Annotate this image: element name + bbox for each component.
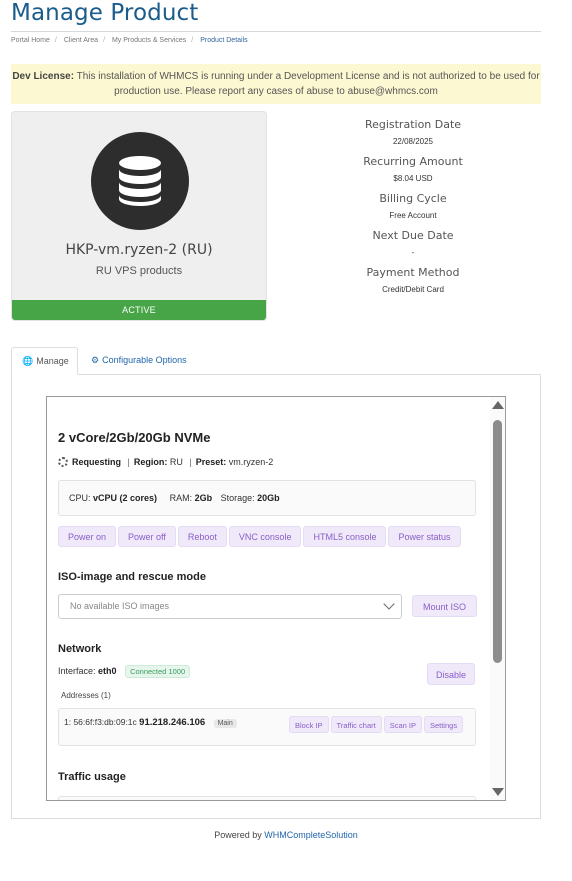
breadcrumb-separator: / <box>54 37 57 44</box>
ram-label: RAM: <box>169 493 193 503</box>
network-section-heading: Network <box>58 643 102 655</box>
iso-image-select[interactable]: No available ISO images <box>58 594 402 619</box>
title-divider <box>11 31 541 32</box>
recurring-amount-label: Recurring Amount <box>363 155 463 168</box>
traffic-chart-button[interactable]: Traffic chart <box>330 716 382 733</box>
recurring-amount-value: $8.04 USD <box>393 174 433 183</box>
region-value: RU <box>169 457 183 467</box>
power-status-button[interactable]: Power status <box>388 526 461 547</box>
power-on-button[interactable]: Power on <box>58 526 117 547</box>
meta-separator: | <box>189 457 192 467</box>
traffic-section-heading: Traffic usage <box>58 771 126 783</box>
iso-section-heading: ISO-image and rescue mode <box>58 571 206 583</box>
storage-label: Storage: <box>220 493 255 503</box>
interface-label: Interface: <box>58 666 96 676</box>
meta-separator: | <box>127 457 130 467</box>
page-title: Manage Product <box>11 0 199 26</box>
breadcrumb-product-details: Product Details <box>200 37 248 44</box>
product-card: HKP-vm.ryzen-2 (RU) RU VPS products ACTI… <box>11 111 267 321</box>
registration-date-value: 22/08/2025 <box>392 137 434 146</box>
traffic-usage-box <box>58 796 476 800</box>
settings-button[interactable]: Settings <box>423 716 464 733</box>
spinner-icon <box>58 457 68 467</box>
breadcrumb-portal-home[interactable]: Portal Home <box>11 37 50 44</box>
next-due-date-label: Next Due Date <box>372 229 454 242</box>
scroll-thumb[interactable] <box>493 420 502 663</box>
preset-value: vm.ryzen-2 <box>228 457 274 467</box>
dev-license-alert: Dev License: This installation of WHMCS … <box>11 64 541 104</box>
database-icon <box>119 156 161 206</box>
tab-configurable-options-label: Configurable Options <box>102 355 187 365</box>
preset-label: Preset: <box>195 457 227 467</box>
breadcrumb: Portal Home / Client Area / My Products & … <box>11 37 248 44</box>
power-off-button[interactable]: Power off <box>118 526 176 547</box>
frame-scrollbar[interactable] <box>490 397 505 800</box>
power-actions: Power on Power off Reboot VNC console HTML5 … <box>58 526 463 547</box>
address-actions: Block IP Traffic chart Scan IP Settings <box>289 715 465 733</box>
product-group: RU VPS products <box>95 265 183 277</box>
block-ip-button[interactable]: Block IP <box>289 716 329 733</box>
cpu-value: vCPU (2 cores) <box>93 493 158 503</box>
breadcrumb-separator: / <box>103 37 106 44</box>
status-badge: ACTIVE <box>12 300 266 320</box>
interface-value: eth0 <box>98 666 117 676</box>
product-details-panel: Registration Date 22/08/2025 Recurring A… <box>313 116 513 301</box>
product-name: HKP-vm.ryzen-2 (RU) <box>65 242 213 258</box>
vps-manager-content: 2 vCore/2Gb/20Gb NVMe Requesting | Region… <box>47 397 492 800</box>
globe-icon: 🌐 <box>22 356 34 366</box>
tab-manage-label: Manage <box>36 356 69 366</box>
breadcrumb-my-products[interactable]: My Products & Services <box>112 37 186 44</box>
payment-method-value: Credit/Debit Card <box>382 285 444 294</box>
address-text: 1: 56:6f:f3:db:09:1c 91.218.246.106 Main <box>64 717 237 728</box>
vps-plan-title: 2 vCore/2Gb/20Gb NVMe <box>58 430 211 445</box>
registration-date-label: Registration Date <box>364 118 462 131</box>
scroll-up-arrow-icon[interactable] <box>492 401 504 409</box>
billing-cycle-value: Free Account <box>389 211 437 220</box>
iso-select-value: No available ISO images <box>70 601 170 611</box>
scan-ip-button[interactable]: Scan IP <box>383 716 422 733</box>
billing-cycle-label: Billing Cycle <box>379 192 447 205</box>
vps-meta: Requesting | Region: RU | Preset: vm.ryzen… <box>58 457 273 467</box>
chevron-down-icon <box>383 598 395 610</box>
html5-console-button[interactable]: HTML5 console <box>303 526 387 547</box>
storage-value: 20Gb <box>257 493 280 503</box>
scroll-down-arrow-icon[interactable] <box>492 788 504 796</box>
payment-method-label: Payment Method <box>366 266 460 279</box>
mac-address: 1: 56:6f:f3:db:09:1c <box>64 717 137 727</box>
cpu-label: CPU: <box>69 493 91 503</box>
mount-iso-button[interactable]: Mount ISO <box>412 595 478 617</box>
network-interface: Interface: eth0 Connected 1000 <box>58 665 191 678</box>
breadcrumb-client-area[interactable]: Client Area <box>64 37 98 44</box>
tab-manage[interactable]: 🌐 Manage <box>11 347 78 375</box>
main-badge: Main <box>213 719 237 728</box>
footer-link[interactable]: WHMCompleteSolution <box>264 830 358 840</box>
ram-value: 2Gb <box>194 493 213 503</box>
tab-configurable-options[interactable]: ⚙ Configurable Options <box>81 347 197 375</box>
product-icon-circle <box>91 132 189 230</box>
address-row: 1: 56:6f:f3:db:09:1c 91.218.246.106 Main… <box>58 708 476 746</box>
next-due-date-value: - <box>411 248 415 257</box>
disable-interface-button[interactable]: Disable <box>427 663 476 685</box>
footer-prefix: Powered by <box>214 830 262 840</box>
ip-address: 91.218.246.106 <box>139 717 206 728</box>
vnc-console-button[interactable]: VNC console <box>228 526 302 547</box>
vps-specs: CPU: vCPU (2 cores) RAM: 2Gb Storage: 20… <box>58 480 476 516</box>
breadcrumb-separator: / <box>191 37 194 44</box>
addresses-label: Addresses (1) <box>61 691 111 700</box>
alert-text: This installation of WHMCS is running un… <box>76 71 540 97</box>
reboot-button[interactable]: Reboot <box>177 526 227 547</box>
alert-title: Dev License: <box>12 71 75 82</box>
footer: Powered by WHMCompleteSolution <box>0 830 572 840</box>
cogs-icon: ⚙ <box>91 355 100 365</box>
vps-manager-frame: 2 vCore/2Gb/20Gb NVMe Requesting | Region… <box>46 396 506 801</box>
vps-status: Requesting <box>72 457 122 467</box>
connection-badge: Connected 1000 <box>125 665 191 678</box>
region-label: Region: <box>133 457 168 467</box>
